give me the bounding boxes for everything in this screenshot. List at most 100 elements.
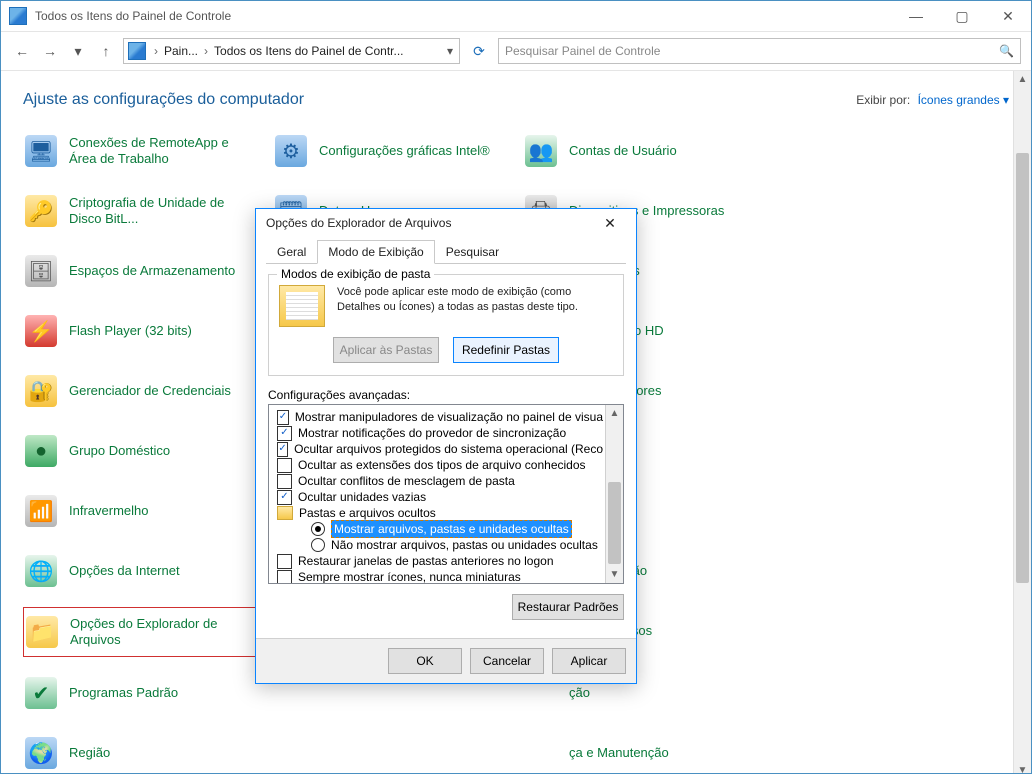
control-panel-item[interactable]: 🌐Opções da Internet xyxy=(23,547,273,595)
search-control-panel-input[interactable]: Pesquisar Painel de Controle 🔍 xyxy=(498,38,1021,64)
control-panel-item[interactable]: ⚙Configurações gráficas Intel® xyxy=(273,127,523,175)
nav-up-button[interactable]: ↑ xyxy=(95,40,117,62)
advanced-settings-item-label: Pastas e arquivos ocultos xyxy=(299,505,436,521)
tab-view[interactable]: Modo de Exibição xyxy=(317,240,434,264)
content-scrollbar[interactable]: ▲ ▼ xyxy=(1013,71,1031,774)
maximize-button[interactable]: ▢ xyxy=(939,1,985,31)
scroll-thumb[interactable] xyxy=(1016,153,1029,583)
path-dropdown-button[interactable]: ▾ xyxy=(441,44,459,58)
advanced-settings-checkbox[interactable]: Sempre mostrar ícones, nunca miniaturas xyxy=(271,569,603,583)
control-panel-item-icon: 🗄 xyxy=(25,255,57,287)
control-panel-item[interactable]: ça e Manutenção xyxy=(523,729,773,774)
control-panel-item-icon: ✔ xyxy=(25,677,57,709)
folder-views-groupbox: Modos de exibição de pasta Você pode apl… xyxy=(268,274,624,376)
advanced-settings-checkbox[interactable]: Ocultar conflitos de mesclagem de pasta xyxy=(271,473,603,489)
control-panel-item[interactable]: 🌍Região xyxy=(23,729,273,774)
control-panel-item[interactable]: ⚡ Flash Player (32 bits) xyxy=(23,307,273,355)
control-panel-item-label: Grupo Doméstico xyxy=(69,443,170,459)
control-panel-item[interactable]: ●Grupo Doméstico xyxy=(23,427,273,475)
control-panel-item-icon: 🌍 xyxy=(25,737,57,769)
view-by-control: Exibir por: Ícones grandes ▾ xyxy=(856,93,1009,107)
restore-defaults-button[interactable]: Restaurar Padrões xyxy=(512,594,624,620)
adv-scroll-up[interactable]: ▲ xyxy=(606,405,623,422)
apply-button[interactable]: Aplicar xyxy=(552,648,626,674)
control-panel-item[interactable]: 🔐 Gerenciador de Credenciais xyxy=(23,367,273,415)
advanced-settings-checkbox[interactable]: ✓ Ocultar arquivos protegidos do sistema … xyxy=(271,441,603,457)
control-panel-item-icon: 🔑 xyxy=(25,195,57,227)
control-panel-item-label: Gerenciador de Credenciais xyxy=(69,383,231,399)
nav-forward-button[interactable]: → xyxy=(39,40,61,62)
checkbox-icon: ✓ xyxy=(277,442,288,457)
control-panel-item-label: Opções do Explorador de Arquivos xyxy=(70,616,260,647)
nav-back-button[interactable]: ← xyxy=(11,40,33,62)
ok-button[interactable]: OK xyxy=(388,648,462,674)
control-panel-item[interactable]: ✔Programas Padrão xyxy=(23,669,273,717)
radio-icon xyxy=(311,522,325,536)
chevron-down-icon: ▾ xyxy=(1003,93,1009,107)
scroll-down-arrow[interactable]: ▼ xyxy=(1014,762,1031,774)
control-panel-icon xyxy=(9,7,27,25)
advanced-settings-scrollbar[interactable]: ▲ ▼ xyxy=(605,405,623,583)
tab-general[interactable]: Geral xyxy=(266,240,317,264)
window-title: Todos os Itens do Painel de Controle xyxy=(35,9,231,23)
checkbox-icon xyxy=(277,458,292,473)
control-panel-item-label: Flash Player (32 bits) xyxy=(69,323,192,339)
adv-scroll-down[interactable]: ▼ xyxy=(606,566,623,583)
advanced-settings-checkbox[interactable]: Restaurar janelas de pastas anteriores n… xyxy=(271,553,603,569)
nav-history-dropdown[interactable]: ▾ xyxy=(67,40,89,62)
dialog-tabs: Geral Modo de Exibição Pesquisar xyxy=(266,239,626,264)
advanced-settings-radio[interactable]: Não mostrar arquivos, pastas ou unidades… xyxy=(271,537,603,553)
breadcrumb-crumb-2[interactable]: Todos os Itens do Painel de Contr... xyxy=(212,44,405,58)
advanced-settings-item-label: Ocultar unidades vazias xyxy=(298,489,426,505)
control-panel-item-label: Espaços de Armazenamento xyxy=(69,263,235,279)
tab-search[interactable]: Pesquisar xyxy=(435,240,510,264)
refresh-button[interactable]: ⟳ xyxy=(466,38,492,64)
control-panel-item[interactable]: 🖥Conexões de RemoteApp e Área de Trabalh… xyxy=(23,127,273,175)
reset-folders-button[interactable]: Redefinir Pastas xyxy=(453,337,559,363)
view-by-dropdown[interactable]: Ícones grandes ▾ xyxy=(918,93,1009,107)
control-panel-item[interactable]: 📶 Infravermelho xyxy=(23,487,273,535)
advanced-settings-checkbox[interactable]: Ocultar as extensões dos tipos de arquiv… xyxy=(271,457,603,473)
control-panel-item-icon: 🖥 xyxy=(25,135,57,167)
control-panel-item-label: ça e Manutenção xyxy=(569,745,669,761)
control-panel-item-label: Criptografia de Unidade de Disco BitL... xyxy=(69,195,259,226)
control-panel-item-icon: ⚡ xyxy=(25,315,57,347)
close-button[interactable]: ✕ xyxy=(985,1,1031,31)
control-panel-item-label: Infravermelho xyxy=(69,503,148,519)
control-panel-item-icon: ⚙ xyxy=(275,135,307,167)
window-titlebar: Todos os Itens do Painel de Controle — ▢… xyxy=(1,1,1031,32)
advanced-settings-checkbox[interactable]: ✓Mostrar manipuladores de visualização n… xyxy=(271,409,603,425)
folder-views-legend: Modos de exibição de pasta xyxy=(277,267,434,281)
advanced-settings-checkbox[interactable]: ✓Mostrar notificações do provedor de sin… xyxy=(271,425,603,441)
cancel-button[interactable]: Cancelar xyxy=(470,648,544,674)
folder-icon xyxy=(277,506,293,520)
breadcrumb-path[interactable]: › Pain... › Todos os Itens do Painel de … xyxy=(123,38,460,64)
adv-scroll-thumb[interactable] xyxy=(608,482,621,564)
adv-scroll-track[interactable] xyxy=(606,422,623,566)
advanced-settings-item-label: Ocultar arquivos protegidos do sistema o… xyxy=(294,441,603,457)
dialog-footer: OK Cancelar Aplicar xyxy=(256,638,636,683)
advanced-settings-item-label: Sempre mostrar ícones, nunca miniaturas xyxy=(298,569,521,583)
minimize-button[interactable]: — xyxy=(893,1,939,31)
advanced-settings-radio[interactable]: Mostrar arquivos, pastas e unidades ocul… xyxy=(271,521,603,537)
control-panel-item[interactable]: 🔑 Criptografia de Unidade de Disco BitL..… xyxy=(23,187,273,235)
control-panel-item-icon: 🔐 xyxy=(25,375,57,407)
apply-to-folders-button: Aplicar às Pastas xyxy=(333,337,439,363)
breadcrumb-sep-1: › xyxy=(200,44,212,58)
dialog-close-button[interactable]: ✕ xyxy=(590,209,630,237)
control-panel-item-icon: 📶 xyxy=(25,495,57,527)
search-placeholder-text: Pesquisar Painel de Controle xyxy=(505,44,660,58)
advanced-settings-item-label: Mostrar manipuladores de visualização no… xyxy=(295,409,603,425)
control-panel-item[interactable]: 📁Opções do Explorador de Arquivos xyxy=(23,607,273,657)
control-panel-item-label: ção xyxy=(569,685,590,701)
scroll-track[interactable] xyxy=(1014,88,1031,762)
breadcrumb-crumb-1[interactable]: Pain... xyxy=(162,44,200,58)
checkbox-icon: ✓ xyxy=(277,426,292,441)
control-panel-item[interactable]: 🗄 Espaços de Armazenamento xyxy=(23,247,273,295)
search-icon: 🔍 xyxy=(999,44,1014,58)
dialog-titlebar[interactable]: Opções do Explorador de Arquivos ✕ xyxy=(256,209,636,237)
control-panel-item[interactable]: 👥Contas de Usuário xyxy=(523,127,773,175)
scroll-up-arrow[interactable]: ▲ xyxy=(1014,71,1031,88)
advanced-settings-checkbox[interactable]: ✓Ocultar unidades vazias xyxy=(271,489,603,505)
advanced-settings-list-items[interactable]: ✓Mostrar manipuladores de visualização n… xyxy=(269,405,605,583)
